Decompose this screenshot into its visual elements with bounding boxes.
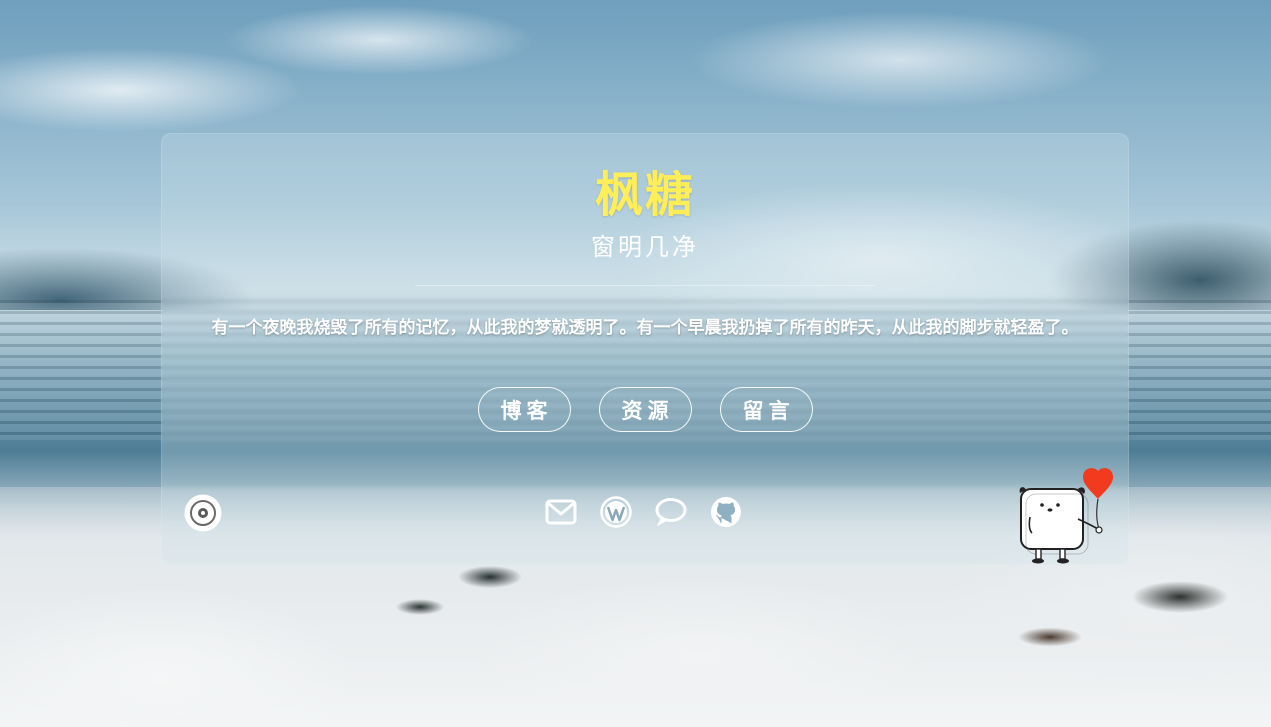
social-links — [544, 495, 743, 529]
github-icon[interactable] — [709, 495, 743, 529]
mail-icon[interactable] — [544, 495, 578, 529]
blog-button[interactable]: 博客 — [477, 387, 571, 432]
resources-button[interactable]: 资源 — [598, 387, 692, 432]
wordpress-icon[interactable] — [599, 495, 633, 529]
profile-card: 枫糖 窗明几净 有一个夜晚我烧毁了所有的记忆，从此我的梦就透明了。有一个早晨我扔… — [161, 133, 1129, 565]
vinyl-disc-icon[interactable] — [184, 494, 222, 532]
bear-mascot[interactable] — [1016, 467, 1120, 579]
site-subtitle: 窗明几净 — [591, 233, 699, 261]
chat-bubble-icon[interactable] — [654, 495, 688, 529]
site-title: 枫糖 — [594, 167, 695, 223]
divider — [415, 285, 875, 286]
heart-icon — [1083, 468, 1113, 499]
motto-text: 有一个夜晚我烧毁了所有的记忆，从此我的梦就透明了。有一个早晨我扔掉了所有的昨天，… — [211, 318, 1079, 338]
guestbook-button[interactable]: 留言 — [719, 387, 813, 432]
nav-buttons: 博客 资源 留言 — [161, 387, 1129, 432]
